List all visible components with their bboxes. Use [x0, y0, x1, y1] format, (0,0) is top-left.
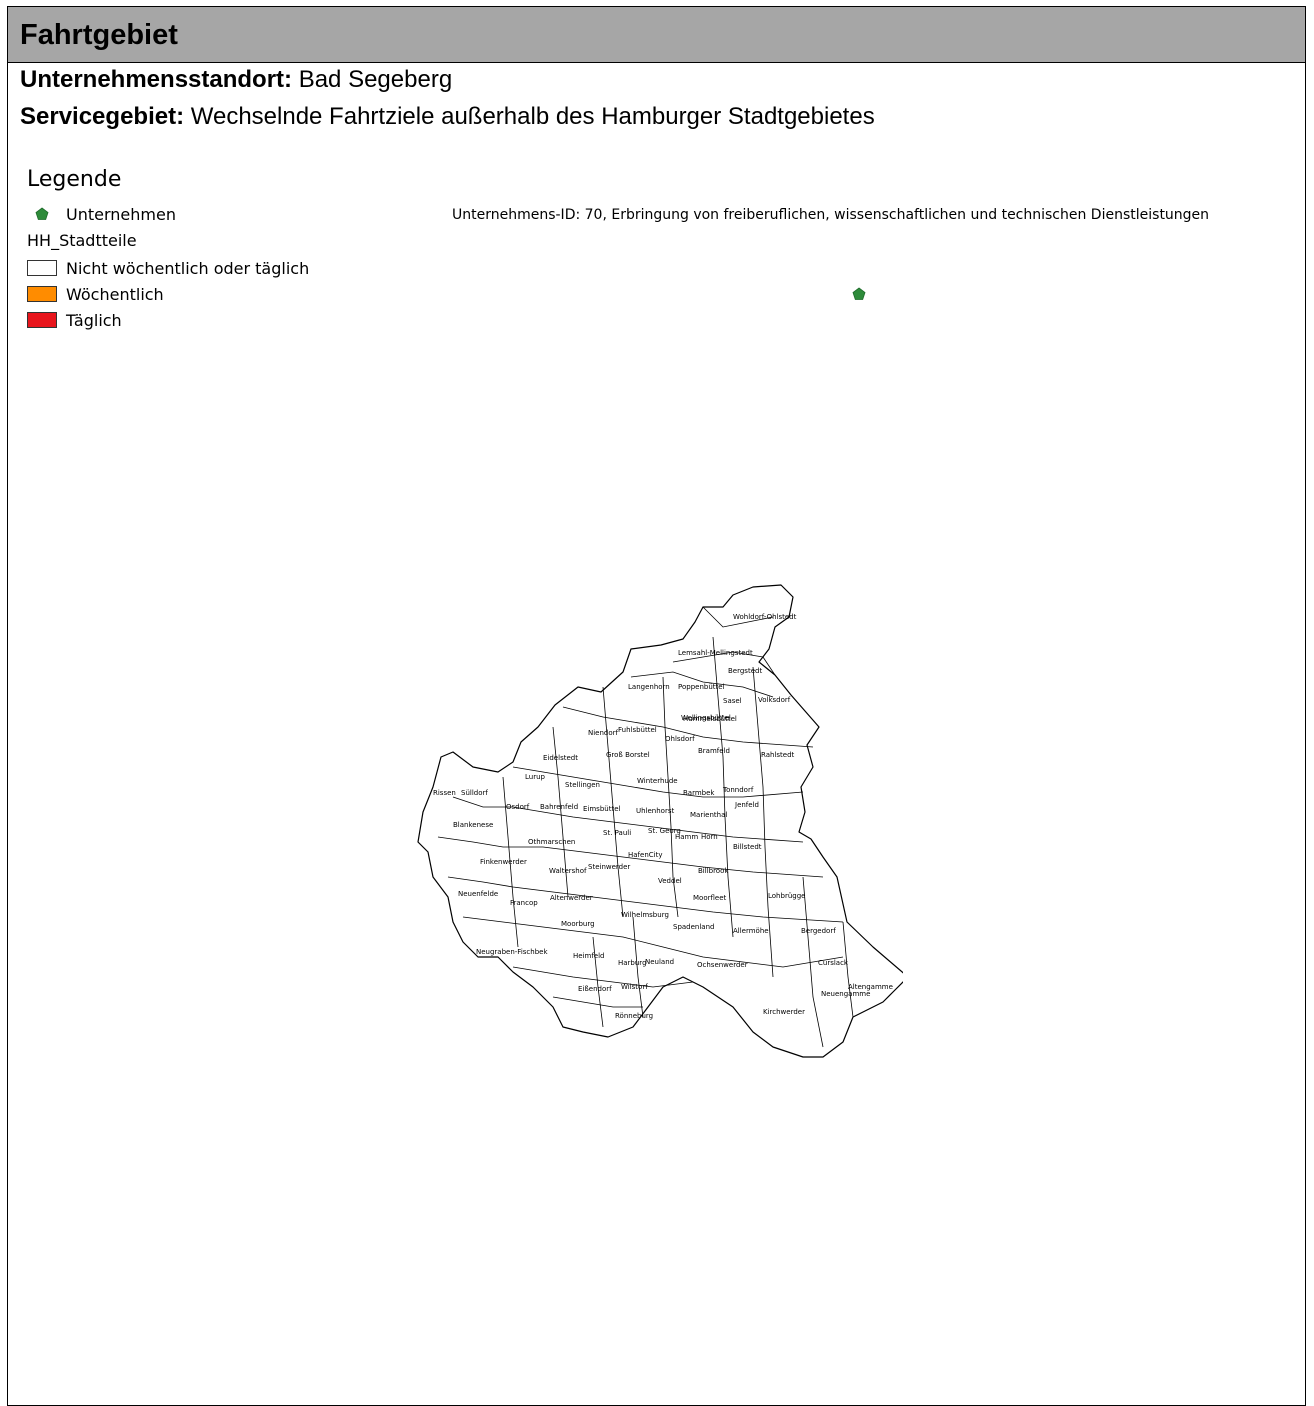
page-title: Fahrtgebiet — [20, 19, 178, 51]
district-label: Marienthal — [690, 811, 727, 819]
district-label: Horn — [701, 833, 718, 841]
legend-swatch-weekly — [27, 286, 57, 302]
district-label: Othmarschen — [528, 838, 575, 846]
district-label: St. Pauli — [603, 829, 631, 837]
district-label: Niendorf — [588, 729, 619, 737]
district-label: Uhlenhorst — [636, 807, 674, 815]
district-label: Jenfeld — [734, 801, 759, 809]
district-label: Eidelstedt — [543, 754, 578, 762]
legend-layer-name: HH_Stadtteile — [27, 231, 137, 250]
district-label: Curslack — [818, 959, 849, 967]
service-value: Wechselnde Fahrtziele außerhalb des Hamb… — [190, 103, 875, 130]
district-label: Steinwerder — [588, 863, 630, 871]
district-label: Hamm — [675, 833, 698, 841]
district-label: Langenhorn — [628, 683, 670, 691]
district-label: Harburg — [618, 959, 647, 967]
header-bar: Fahrtgebiet — [8, 7, 1305, 63]
district-label: Neuengamme — [821, 990, 870, 998]
location-line: Unternehmensstandort: Bad Segeberg — [20, 66, 452, 94]
district-label: Osdorf — [506, 803, 530, 811]
district-label: Wilhelmsburg — [621, 911, 669, 919]
legend-company-label: Unternehmen — [66, 204, 176, 224]
district-label: Altenwerder — [550, 894, 593, 902]
district-label: Winterhude — [637, 777, 678, 785]
district-label: Wellingsbüttel — [681, 714, 731, 722]
district-label: Tonndorf — [722, 786, 754, 794]
district-label: Waltershof — [549, 867, 587, 875]
district-label: Bergstedt — [728, 667, 762, 675]
district-label: Bahrenfeld — [540, 803, 578, 811]
map-frame: Fahrtgebiet Unternehmensstandort: Bad Se… — [7, 6, 1306, 1406]
district-label: Rissen — [433, 789, 456, 797]
district-label: Kirchwerder — [763, 1008, 805, 1016]
legend-class-label: Wöchentlich — [66, 284, 164, 304]
legend-swatch-daily — [27, 312, 57, 328]
service-label: Servicegebiet: — [20, 103, 185, 130]
district-label: Billstedt — [733, 843, 762, 851]
district-label: Neuland — [645, 958, 674, 966]
legend-swatch-none — [27, 260, 57, 276]
legend: Legende Unternehmen HH_Stadtteile Nicht … — [27, 167, 309, 333]
company-caption: Unternehmens-ID: 70, Erbringung von frei… — [452, 207, 1210, 223]
district-label: Groß Borstel — [606, 751, 650, 759]
district-label: Rönneburg — [615, 1012, 653, 1020]
legend-class-label: Täglich — [66, 310, 122, 330]
district-label: Lurup — [525, 773, 546, 781]
district-label: HafenCity — [628, 851, 662, 859]
legend-item-company: Unternehmen — [27, 201, 309, 227]
district-label: Lemsahl-Mellingstedt — [678, 649, 753, 657]
district-label: Sasel — [723, 697, 742, 705]
district-label: Lohbrügge — [768, 892, 805, 900]
hamburg-district-map: Wohldorf-Ohlstedt Lemsahl-Mellingstedt Ber… — [417, 584, 903, 1058]
district-label: Fuhlsbüttel — [618, 726, 657, 734]
district-label: Moorfleet — [693, 894, 727, 902]
district-label: Bergedorf — [801, 927, 836, 935]
district-label: Heimfeld — [573, 952, 605, 960]
district-label: Allermöhe — [733, 927, 769, 935]
district-label: Neugraben-Fischbek — [476, 948, 548, 956]
service-line: Servicegebiet: Wechselnde Fahrtziele auß… — [20, 103, 875, 131]
district-label: Stellingen — [565, 781, 600, 789]
district-label: Wohldorf-Ohlstedt — [733, 613, 797, 621]
location-label: Unternehmensstandort: — [20, 66, 293, 93]
company-marker-icon — [27, 206, 57, 222]
district-label: Barmbek — [683, 789, 715, 797]
district-label: Billbrook — [698, 867, 729, 875]
district-label: Volksdorf — [758, 696, 791, 704]
legend-item-class: Täglich — [27, 307, 309, 333]
district-label: Bramfeld — [698, 747, 730, 755]
legend-item-class: Wöchentlich — [27, 281, 309, 307]
district-label: Wilstorf — [621, 983, 648, 991]
district-label: Ohlsdorf — [665, 735, 695, 743]
district-label: Poppenbüttel — [678, 683, 725, 691]
legend-item-class: Nicht wöchentlich oder täglich — [27, 255, 309, 281]
district-label: Veddel — [658, 877, 682, 885]
legend-class-label: Nicht wöchentlich oder täglich — [66, 258, 310, 278]
location-value: Bad Segeberg — [298, 66, 453, 93]
district-label: Spadenland — [673, 923, 714, 931]
district-label: Francop — [510, 899, 538, 907]
district-label: Neuenfelde — [458, 890, 498, 898]
district-label: Finkenwerder — [480, 858, 527, 866]
company-location-marker[interactable] — [852, 287, 866, 301]
district-label: Moorburg — [561, 920, 595, 928]
district-label: Blankenese — [453, 821, 493, 829]
map-area: Legende Unternehmen HH_Stadtteile Nicht … — [8, 137, 1305, 1403]
district-label: Rahlstedt — [761, 751, 795, 759]
legend-title: Legende — [27, 167, 122, 192]
district-label: Ochsenwerder — [697, 961, 748, 969]
district-label: Sülldorf — [461, 789, 488, 797]
district-label: Eimsbüttel — [583, 805, 621, 813]
district-label: Eißendorf — [578, 985, 612, 993]
